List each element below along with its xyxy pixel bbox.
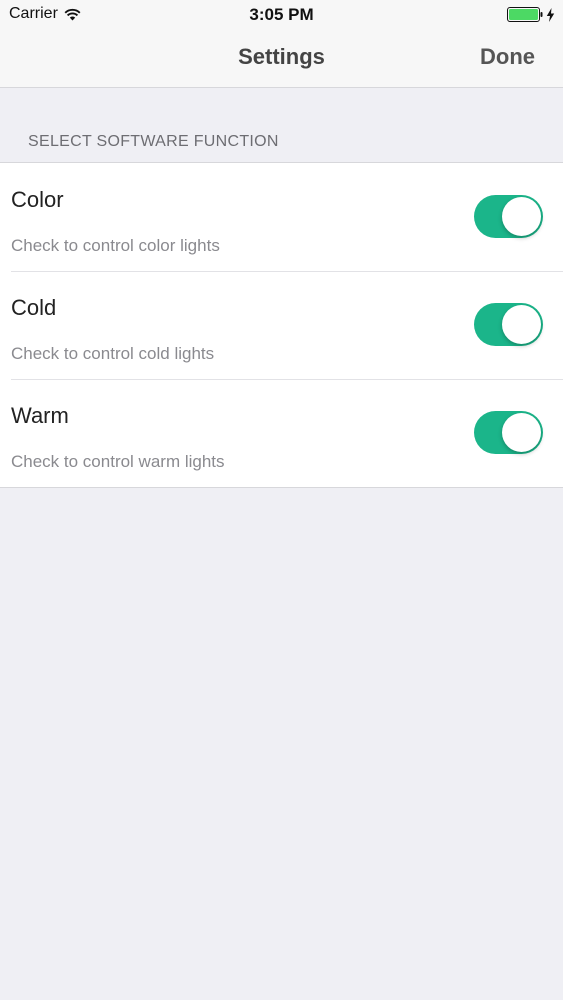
cold-toggle[interactable] [474,303,543,346]
battery-indicator [507,7,555,22]
done-button[interactable]: Done [480,44,535,70]
option-subtitle: Check to control color lights [11,236,220,255]
option-row-warm: Warm Check to control warm lights [0,379,563,487]
color-toggle[interactable] [474,195,543,238]
option-title: Warm [11,403,69,428]
charging-bolt-icon [546,7,555,22]
function-list: Color Check to control color lights Cold… [0,162,563,488]
warm-toggle[interactable] [474,411,543,454]
option-row-cold: Cold Check to control cold lights [0,271,563,379]
option-title: Color [11,187,64,212]
option-row-color: Color Check to control color lights [0,163,563,271]
navigation-bar: Settings Done [0,30,563,88]
toggle-knob [502,413,541,452]
status-time: 3:05 PM [249,5,314,24]
option-title: Cold [11,295,57,320]
battery-icon [507,7,543,22]
section-header: SELECT SOFTWARE FUNCTION [28,133,279,150]
page-title: Settings [238,44,325,69]
toggle-knob [502,305,541,344]
toggle-knob [502,197,541,236]
status-bar: Carrier 3:05 PM [0,0,563,30]
option-subtitle: Check to control cold lights [11,344,215,363]
option-subtitle: Check to control warm lights [11,452,225,471]
